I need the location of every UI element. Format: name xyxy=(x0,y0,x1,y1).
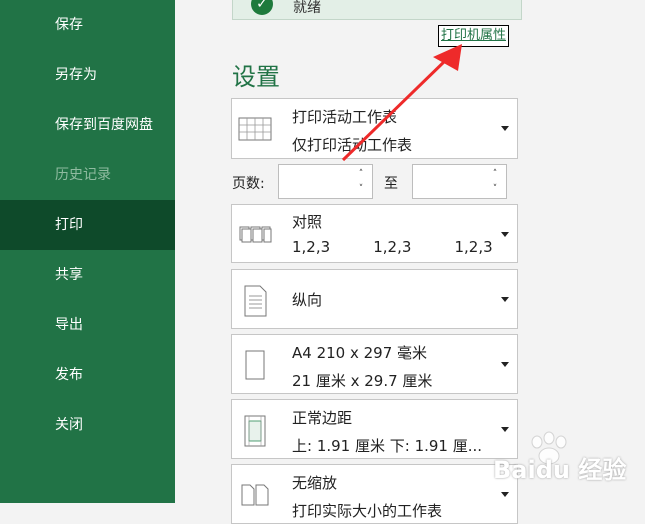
baidu-watermark: Baidu 经验 xyxy=(485,428,645,503)
watermark-text: Baidu 经验 xyxy=(493,456,627,484)
scaling-secondary: 打印实际大小的工作表 xyxy=(292,502,443,520)
